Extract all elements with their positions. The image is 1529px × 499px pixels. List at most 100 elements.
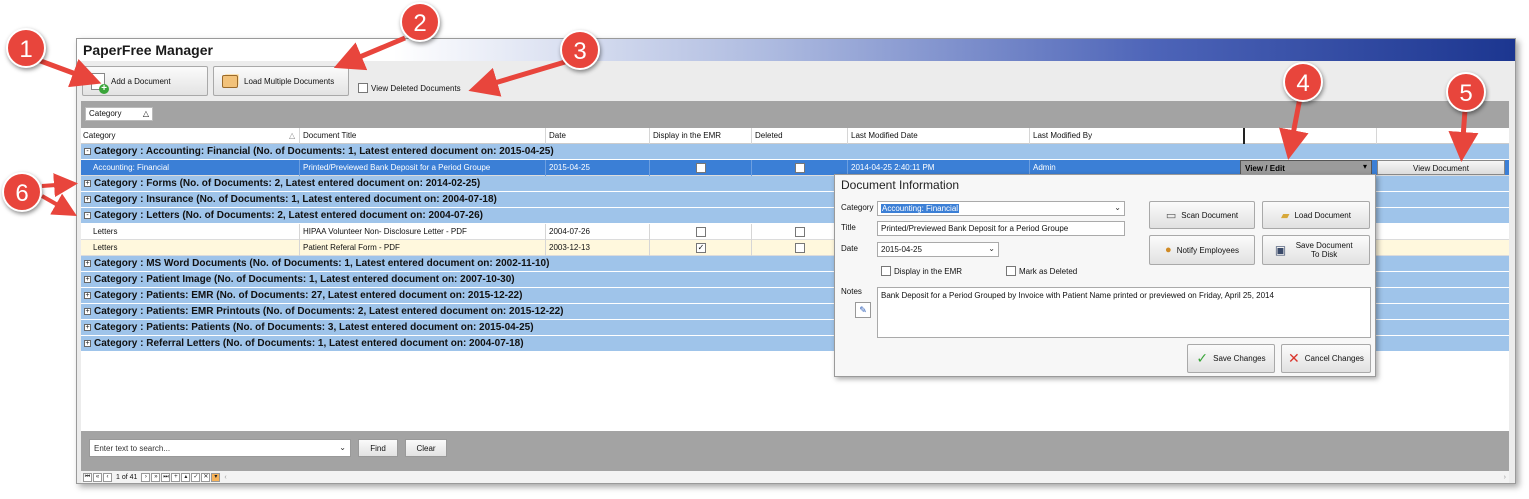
add-record-icon[interactable]: + [171,472,181,482]
date-label: Date [841,244,858,253]
display-emr-checkbox[interactable]: ✓ [696,243,706,253]
view-document-label: View Document [1413,164,1469,173]
category-sort-icon: △ [289,131,296,140]
column-divider [299,128,300,144]
expand-icon[interactable]: + [84,340,91,347]
column-header-deleted[interactable]: Deleted [755,131,783,140]
chevron-down-icon[interactable]: ⌄ [1114,203,1121,212]
display-emr-toggle[interactable]: Display in the EMR [881,266,962,276]
last-page-icon[interactable]: ⏭ [161,472,171,482]
save-changes-button[interactable]: ✓ Save Changes [1187,344,1275,373]
scanner-icon: ▭ [1165,209,1177,222]
expand-icon[interactable]: + [84,180,91,187]
add-document-button[interactable]: Add a Document [82,66,208,96]
mark-deleted-checkbox[interactable] [1006,266,1016,276]
date-picker[interactable]: 2015-04-25 ⌄ [877,242,999,257]
previous-page-icon[interactable]: ‹ [103,472,112,482]
cell-divider [751,224,752,240]
view-edit-button[interactable]: View / Edit ▾ [1240,160,1372,175]
filter-icon[interactable]: ▾ [211,472,221,482]
next-page-icon[interactable]: › [141,472,151,482]
clear-button[interactable]: Clear [405,439,447,457]
view-deleted-toggle[interactable]: View Deleted Documents [358,83,461,93]
chevron-down-icon[interactable]: ⌄ [988,244,995,253]
mark-deleted-toggle[interactable]: Mark as Deleted [1006,266,1077,276]
display-emr-checkbox[interactable] [696,227,706,237]
cell-title: Printed/Previewed Bank Deposit for a Per… [303,163,491,172]
group-row-accounting-financial[interactable]: - Category : Accounting: Financial (No. … [81,144,1509,160]
cell-divider [649,224,650,240]
previous-block-icon[interactable]: « [93,472,102,482]
cell-divider [649,160,650,176]
first-page-icon[interactable]: ⏮ [83,472,92,482]
column-header-title[interactable]: Document Title [303,131,356,140]
title-value: Printed/Previewed Bank Deposit for a Per… [881,224,1069,233]
deleted-checkbox[interactable] [795,243,805,253]
scroll-right-icon[interactable]: › [1501,474,1509,481]
callout-arrow-6a [41,173,78,198]
view-edit-label: View / Edit [1245,164,1285,173]
column-header-display-emr[interactable]: Display in the EMR [653,131,721,140]
delete-record-icon[interactable]: ✕ [201,472,211,482]
notes-textarea[interactable]: Bank Deposit for a Period Grouped by Inv… [877,287,1371,338]
title-field[interactable]: Printed/Previewed Bank Deposit for a Per… [877,221,1125,236]
folder-icon [222,74,238,88]
deleted-checkbox[interactable] [795,163,805,173]
column-header-modified-by[interactable]: Last Modified By [1033,131,1092,140]
view-deleted-checkbox[interactable] [358,83,368,93]
display-emr-label: Display in the EMR [894,266,963,276]
search-input[interactable]: Enter text to search... ⌄ [89,439,351,457]
cell-modified-date: 2014-04-25 2:40:11 PM [851,163,935,172]
category-value: Accounting: Financial [881,204,960,213]
cancel-changes-button[interactable]: ✕ Cancel Changes [1281,344,1371,373]
expand-icon[interactable]: + [84,276,91,283]
scan-document-button[interactable]: ▭ Scan Document [1149,201,1255,229]
document-information-panel: Document Information Category Accounting… [834,174,1376,377]
notify-employees-button[interactable]: ● Notify Employees [1149,235,1255,265]
expand-icon[interactable]: + [84,324,91,331]
pin-icon[interactable]: ✎ [855,302,871,318]
close-icon: ✕ [1288,350,1300,366]
folder-icon: ▰ [1281,209,1290,222]
expand-icon[interactable]: + [84,292,91,299]
cell-category: Letters [93,243,118,252]
scroll-left-icon[interactable]: ‹ [221,474,229,481]
group-label: Category : Patients: EMR (No. of Documen… [94,290,523,301]
save-to-disk-label: Save Document To Disk [1295,241,1353,259]
display-emr-checkbox[interactable] [696,163,706,173]
deleted-checkbox[interactable] [795,227,805,237]
save-to-disk-button[interactable]: ▣ Save Document To Disk [1262,235,1370,265]
add-document-icon [91,72,109,94]
cell-category: Letters [93,227,118,236]
edit-record-icon[interactable]: ✓ [191,472,201,482]
expand-icon[interactable]: + [84,260,91,267]
column-divider [545,128,546,144]
cell-title: HIPAA Volunteer Non- Disclosure Letter -… [303,227,467,236]
group-label: Category : Patients: Patients (No. of Do… [94,322,534,333]
cell-title: Patient Referal Form - PDF [303,243,400,252]
group-by-panel-item[interactable]: Category △ [85,107,153,121]
column-header-date[interactable]: Date [549,131,566,140]
search-placeholder: Enter text to search... [94,444,171,453]
panel-title: Document Information [841,178,960,192]
display-emr-checkbox[interactable] [881,266,891,276]
category-select[interactable]: Accounting: Financial ⌄ [877,201,1125,216]
group-label: Category : Referral Letters (No. of Docu… [94,338,524,349]
chevron-down-icon[interactable]: ⌄ [339,443,346,452]
column-header-category[interactable]: Category [83,131,115,140]
collapse-icon[interactable]: - [84,212,91,219]
collapse-icon[interactable]: - [84,148,91,155]
load-document-button[interactable]: ▰ Load Document [1262,201,1370,229]
column-header-modified-date[interactable]: Last Modified Date [851,131,918,140]
view-document-button[interactable]: View Document [1377,160,1505,175]
dropdown-icon[interactable]: ▾ [1363,162,1367,171]
expand-icon[interactable]: + [84,308,91,315]
add-document-label: Add a Document [111,76,171,86]
group-label: Category : Patients: EMR Printouts (No. … [94,306,564,317]
window-title: PaperFree Manager [83,42,213,58]
move-up-icon[interactable]: ▴ [181,472,191,482]
expand-icon[interactable]: + [84,196,91,203]
find-button[interactable]: Find [358,439,398,457]
load-multiple-documents-button[interactable]: Load Multiple Documents [213,66,349,96]
next-block-icon[interactable]: » [151,472,161,482]
